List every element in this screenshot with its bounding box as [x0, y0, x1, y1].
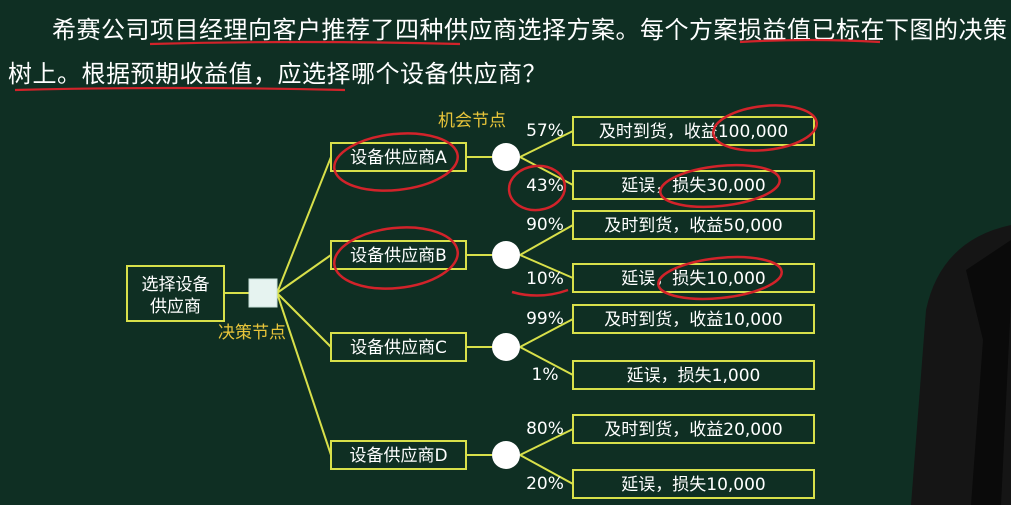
- probability-label: 80%: [526, 419, 564, 439]
- outcome-label: 延误，损失10,000: [621, 269, 765, 289]
- outcome-label: 延误，损失10,000: [621, 475, 765, 495]
- annotation-underline-profit: [739, 38, 881, 44]
- supplier-label: 设备供应商A: [350, 148, 447, 168]
- chance-node: [492, 143, 520, 171]
- chance-node-label: 机会节点: [438, 111, 506, 131]
- probability-label: 57%: [526, 121, 564, 141]
- annotation-underline-prob-10: [511, 288, 569, 297]
- probability-label: 10%: [526, 269, 564, 289]
- root-label: 选择设备: [142, 275, 210, 295]
- probability-label: 99%: [526, 309, 564, 329]
- outcome-label: 及时到货，收益100,000: [599, 122, 788, 142]
- supplier-label: 设备供应商D: [349, 446, 447, 466]
- chance-node: [492, 333, 520, 361]
- outcome-label: 及时到货，收益20,000: [604, 420, 782, 440]
- outcome-label: 延误，损失30,000: [621, 176, 765, 196]
- annotation-underline-tree: [14, 86, 346, 92]
- outcome-label: 延误，损失1,000: [627, 366, 761, 386]
- decision-branch-line: [276, 156, 332, 294]
- decision-node-label: 决策节点: [218, 323, 286, 343]
- chance-node: [492, 241, 520, 269]
- root-label: 供应商: [150, 297, 201, 317]
- supplier-label: 设备供应商B: [350, 246, 447, 266]
- tree-boxes: 选择设备供应商决策节点 设备供应商A 57% 及时到货，收益100,000 43% 延误，…: [126, 111, 815, 499]
- probability-label: 1%: [532, 365, 559, 385]
- decision-tree: 选择设备供应商决策节点 设备供应商A 57% 及时到货，收益100,000 43% 延误，…: [14, 38, 881, 499]
- presenter-figure: [911, 225, 1011, 505]
- probability-label: 90%: [526, 215, 564, 235]
- probability-label: 20%: [526, 474, 564, 494]
- annotation-underline-question: [149, 40, 461, 46]
- probability-label: 43%: [526, 176, 564, 196]
- outcome-label: 及时到货，收益50,000: [604, 216, 782, 236]
- decision-node: [248, 278, 278, 308]
- outcome-label: 及时到货，收益10,000: [604, 310, 782, 330]
- chance-node: [492, 441, 520, 469]
- decision-branch-line: [276, 292, 332, 456]
- supplier-label: 设备供应商C: [350, 338, 447, 358]
